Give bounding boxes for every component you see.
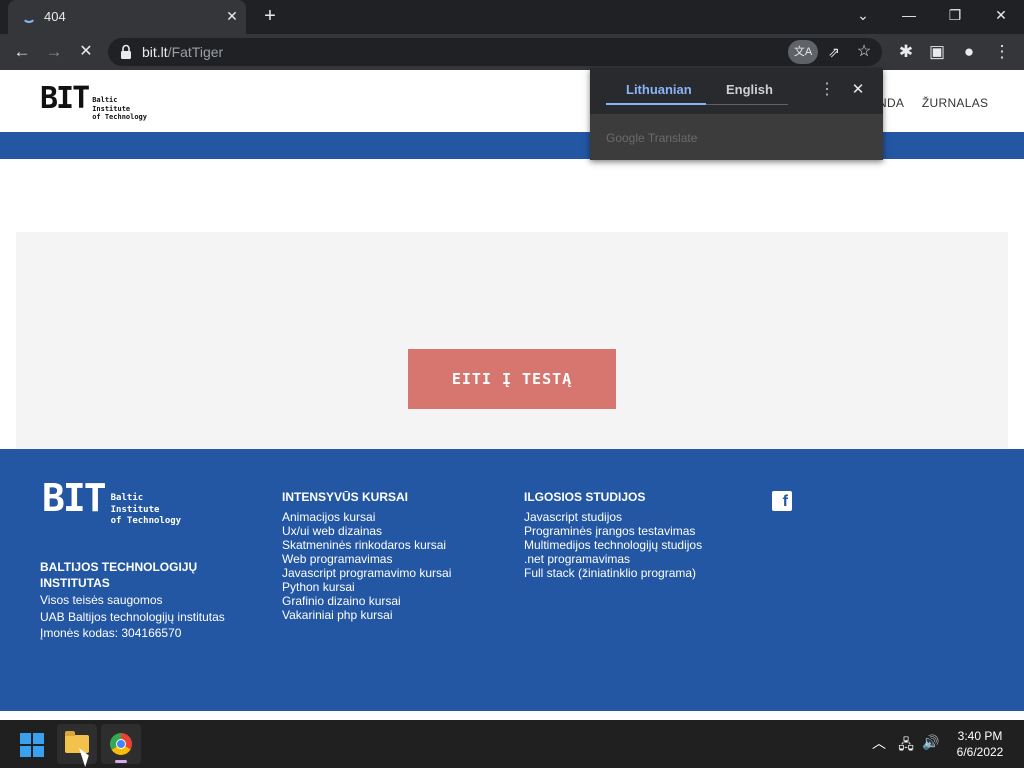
clock-time: 3:40 PM [957, 729, 1003, 743]
company-info-line: Visos teisės saugomos [40, 593, 163, 607]
nav-item-zurnalas[interactable]: ŽURNALAS [922, 96, 988, 110]
extensions-puzzle-icon[interactable]: ✱ [891, 37, 921, 67]
url-path: /FatTiger [167, 44, 224, 60]
footer-bit-logo[interactable]: BIT Baltic Institute of Technology [42, 479, 181, 528]
footer-column-heading: ILGOSIOS STUDIJOS [524, 490, 646, 504]
taskbar-clock[interactable]: 3:40 PM 6/6/2022 [946, 728, 1014, 760]
google-translate-brand: Google Translate [606, 131, 698, 145]
browser-menu-kebab-icon[interactable]: ⋮ [987, 37, 1017, 67]
content-section [16, 232, 1008, 449]
side-panel-icon[interactable]: ▣ [922, 37, 952, 67]
footer-link[interactable]: Full stack (žiniatinklio programa) [524, 566, 702, 580]
footer-link[interactable]: Web programavimas [282, 552, 451, 566]
browser-tab[interactable]: 404 ✕ [8, 0, 246, 34]
go-to-test-button[interactable]: EITI Į TESTĄ [408, 349, 616, 409]
footer-column-intensive: INTENSYVŪS KURSAI Animacijos kursai Ux/u… [282, 490, 451, 622]
logo-line: Baltic [110, 493, 144, 503]
window-close-icon[interactable]: ✕ [978, 0, 1024, 32]
volume-icon[interactable]: 🔊 [922, 734, 940, 752]
window-restore-icon[interactable]: ❐ [932, 0, 978, 32]
tab-title: 404 [44, 9, 66, 24]
forward-arrow-icon[interactable]: → [39, 37, 69, 67]
translate-icon[interactable]: 文A [788, 40, 818, 64]
logo-line: Baltic [92, 96, 118, 104]
tab-divider [706, 104, 788, 105]
footer-link[interactable]: Programinės įrangos testavimas [524, 524, 702, 538]
company-info-line: UAB Baltijos technologijų institutas [40, 609, 225, 624]
company-info-line: Įmonės kodas: 304166570 [40, 626, 182, 640]
logo-line: Institute [92, 104, 131, 113]
footer-link[interactable]: Javascript programavimo kursai [282, 566, 451, 580]
logo-subtitle: Baltic Institute of Technology [92, 96, 147, 122]
url-host: bit.lt [142, 44, 168, 60]
translate-popup: Lithuanian English ⋮ ✕ Google Translate [590, 68, 883, 160]
window-minimize-icon[interactable]: — [886, 0, 932, 32]
footer-link[interactable]: Animacijos kursai [282, 510, 451, 524]
windows-taskbar: ︿ 🖧 🔊 3:40 PM 6/6/2022 [0, 720, 1024, 768]
company-name: BALTIJOS TECHNOLOGIJŲ INSTITUTAS [40, 560, 198, 590]
stop-loading-icon[interactable]: ✕ [71, 37, 101, 67]
file-explorer-button[interactable] [57, 724, 97, 764]
running-app-indicator [115, 760, 127, 763]
browser-tab-strip: 404 ✕ + ⌄ — ❐ ✕ [0, 0, 1024, 34]
footer-link[interactable]: Multimedijos technologijų studijos [524, 538, 702, 552]
translate-options-kebab-icon[interactable]: ⋮ [818, 80, 836, 100]
footer-link[interactable]: Python kursai [282, 580, 451, 594]
footer-link[interactable]: Ux/ui web dizainas [282, 524, 451, 538]
new-tab-plus-icon[interactable]: + [258, 5, 282, 29]
footer-link[interactable]: .net programavimas [524, 552, 702, 566]
translate-close-icon[interactable]: ✕ [848, 80, 868, 100]
browser-toolbar: ← → ✕ bit.lt/FatTiger 文A ⇗ ☆ ✱ ▣ ● ⋮ [0, 34, 1024, 70]
footer-link[interactable]: Grafinio dizaino kursai [282, 594, 451, 608]
facebook-icon[interactable]: f [772, 491, 792, 511]
url-text: bit.lt/FatTiger [142, 44, 223, 60]
tab-lithuanian[interactable]: Lithuanian [626, 82, 692, 97]
footer-link[interactable]: Vakariniai php kursai [282, 608, 451, 622]
footer-column-long-studies: ILGOSIOS STUDIJOS Javascript studijos Pr… [524, 490, 702, 580]
windows-start-icon[interactable] [20, 733, 44, 757]
loading-spinner-icon [22, 9, 36, 23]
share-icon[interactable]: ⇗ [822, 40, 846, 64]
footer-link[interactable]: Javascript studijos [524, 510, 702, 524]
tab-close-icon[interactable]: ✕ [222, 6, 242, 26]
bit-logo[interactable]: BIT Baltic Institute of Technology [40, 84, 147, 122]
translate-language-tabs: Lithuanian English ⋮ ✕ [590, 68, 883, 114]
bookmark-star-icon[interactable]: ☆ [852, 40, 876, 64]
chrome-icon [110, 733, 132, 755]
company-info: Visos teisės saugomos UAB Baltijos techn… [40, 592, 225, 642]
main-nav: NDA ŽURNALAS [878, 96, 1002, 110]
footer-column-heading: INTENSYVŪS KURSAI [282, 490, 409, 504]
address-bar[interactable]: bit.lt/FatTiger 文A ⇗ ☆ [108, 38, 882, 66]
site-footer: BIT Baltic Institute of Technology BALTI… [0, 449, 1024, 711]
profile-avatar-icon[interactable]: ● [954, 37, 984, 67]
logo-line: of Technology [110, 516, 182, 526]
lock-icon [121, 44, 131, 59]
network-icon[interactable]: 🖧 [897, 734, 915, 752]
active-tab-indicator [606, 103, 706, 105]
logo-line: Institute [110, 504, 160, 515]
tab-english[interactable]: English [726, 82, 773, 97]
tray-chevron-up-icon[interactable]: ︿ [870, 733, 888, 753]
back-arrow-icon[interactable]: ← [7, 37, 37, 67]
footer-logo-mark: BIT [42, 476, 107, 520]
page-bottom-strip [0, 711, 1024, 720]
tab-search-chevron-icon[interactable]: ⌄ [840, 0, 886, 32]
footer-link[interactable]: Skatmeninės rinkodaros kursai [282, 538, 451, 552]
clock-date: 6/6/2022 [956, 745, 1004, 759]
logo-line: of Technology [92, 113, 147, 121]
logo-mark: BIT [40, 81, 90, 116]
footer-logo-subtitle: Baltic Institute of Technology [111, 493, 181, 528]
chrome-taskbar-button[interactable] [101, 724, 141, 764]
